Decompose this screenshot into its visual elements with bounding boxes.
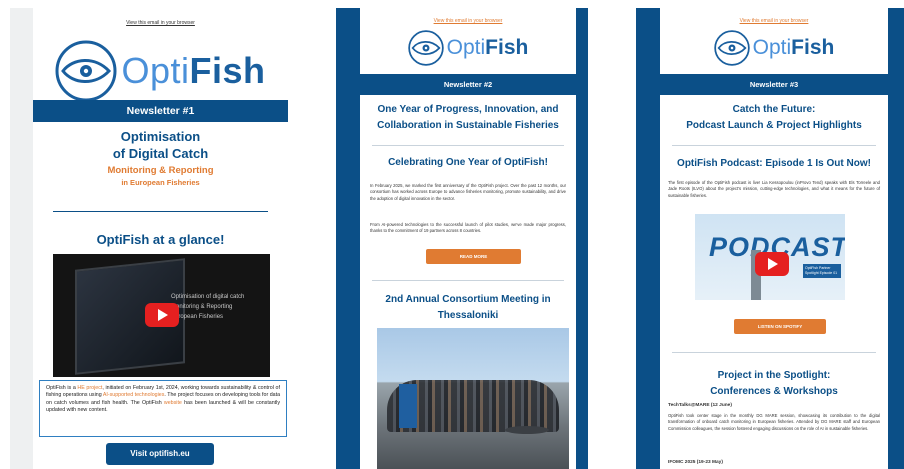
fish-logo-icon [55,40,117,102]
event-title: TechTalks@MARE (12 June) [668,403,732,408]
event-paragraph: OptiFish took center stage in the monthl… [668,413,880,431]
subheadline-2: in European Fisheries [121,178,200,187]
visit-website-button[interactable]: Visit optifish.eu [106,443,214,465]
section-title: Celebrating One Year of OptiFish! [388,157,548,168]
section-paragraph: The first episode of the OptiFish podcas… [668,180,880,198]
headline: One Year of Progress, Innovation, and Co… [377,104,559,131]
headline: Optimisation of Digital Catch [112,129,209,161]
section-title-2: 2nd Annual Consortium Meeting in Thessal… [385,294,551,321]
image-footer [695,300,845,310]
newsletter-showcase: View this email in your browser OptiFish… [0,0,904,469]
listen-on-spotify-button[interactable]: LISTEN ON SPOTIFY [734,319,826,334]
section-title-2: Project in the Spotlight: Conferences & … [710,370,838,397]
newsletter-number-bar: Newsletter #3 [660,74,888,95]
divider [372,280,564,281]
newsletter-number-bar: Newsletter #2 [360,74,576,95]
project-info-box: OptiFish is a HE project, initiated on F… [39,380,287,437]
newsletter-number-bar: Newsletter #1 [33,100,288,122]
optifish-logo[interactable]: OptiFish [33,40,288,102]
optifish-logo[interactable]: OptiFish [360,28,576,68]
website-link[interactable]: website [164,400,182,406]
headline: Catch the Future: Podcast Launch & Proje… [686,104,862,131]
divider [372,145,564,146]
table [505,426,549,434]
subheadline: Monitoring & Reporting [107,165,214,176]
he-project-link[interactable]: HE project [77,385,102,391]
view-in-browser-link[interactable]: View this email in your browser [660,18,888,24]
play-icon[interactable] [755,252,789,276]
brand-wordmark: OptiFish [446,36,529,59]
view-in-browser-link[interactable]: View this email in your browser [360,18,576,24]
fish-logo-icon [713,30,750,66]
section-title: OptiFish Podcast: Episode 1 Is Out Now! [677,158,871,169]
banner [399,384,417,428]
event-title-2: IFOMC 2025 (19-23 May) [668,460,723,465]
brand-wordmark: OptiFish [121,50,266,91]
consortium-group-photo [377,328,569,469]
view-in-browser-link[interactable]: View this email in your browser [33,20,288,26]
play-icon[interactable] [145,303,179,327]
ai-technologies-link[interactable]: AI-supported technologies [103,392,165,398]
divider [672,352,876,353]
video-caption: Optimisation of digital catch Monitoring… [171,294,245,320]
brand-wordmark: OptiFish [752,36,835,59]
video-thumbnail[interactable]: Optimisation of digital catch Monitoring… [53,254,270,377]
optifish-logo[interactable]: OptiFish [660,28,888,68]
newsletter-3: View this email in your browser OptiFish… [660,8,888,469]
newsletter-1: View this email in your browser OptiFish… [33,8,288,469]
divider [53,211,268,212]
newsletter-2: View this email in your browser OptiFish… [360,8,576,469]
section-paragraph: In February 2025, we marked the first an… [370,183,566,201]
section-title: OptiFish at a glance! [96,232,225,247]
episode-label: OptiFish Partner Spotlight Episode 01 [803,264,841,278]
section-paragraph-2: From AI-powered technologies to the succ… [370,222,566,234]
divider [672,145,876,146]
podcast-video-thumbnail[interactable]: PODCAST OptiFish Partner Spotlight Episo… [695,214,845,310]
fish-logo-icon [407,30,444,66]
read-more-button[interactable]: READ MORE [426,249,521,264]
